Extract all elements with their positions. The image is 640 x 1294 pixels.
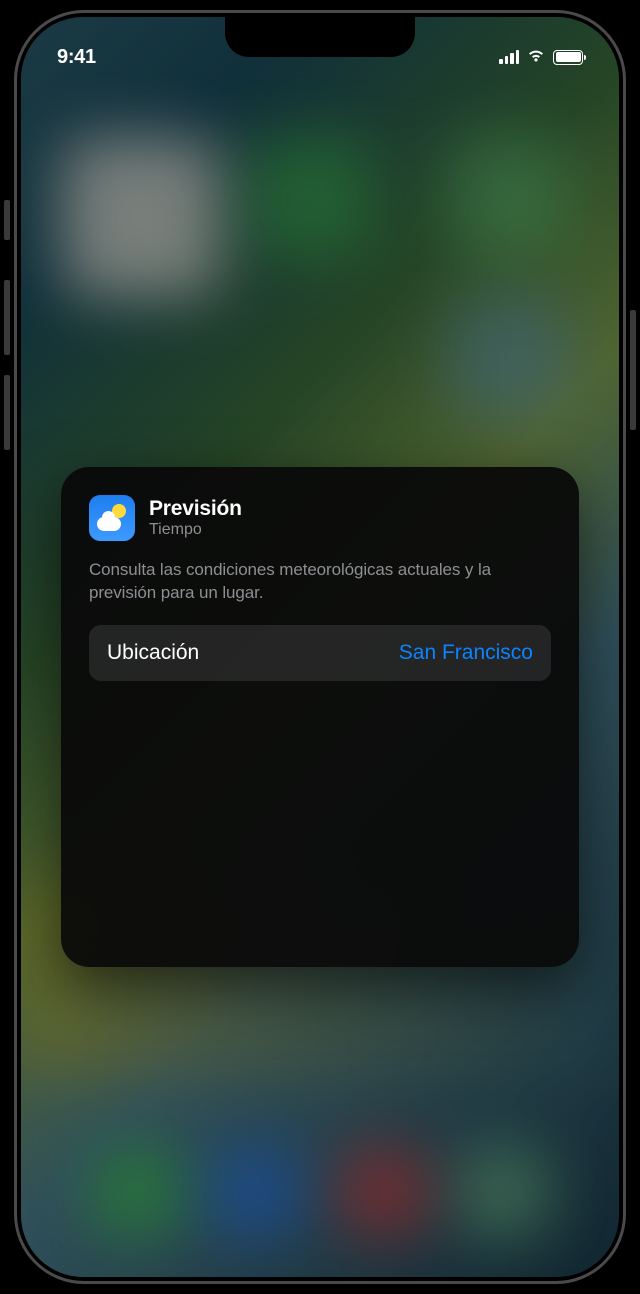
location-setting-row[interactable]: Ubicación San Francisco — [89, 625, 551, 681]
silence-switch[interactable] — [4, 200, 10, 240]
status-icons — [499, 47, 583, 68]
widget-header: Previsión Tiempo — [89, 495, 551, 541]
battery-icon — [553, 50, 583, 65]
volume-down-button[interactable] — [4, 375, 10, 450]
location-label: Ubicación — [107, 641, 199, 665]
status-time: 9:41 — [57, 46, 96, 69]
weather-app-icon — [89, 495, 135, 541]
widget-title: Previsión — [149, 497, 242, 521]
widget-titles: Previsión Tiempo — [149, 497, 242, 539]
phone-screen: 9:41 — [21, 17, 619, 1277]
widget-description: Consulta las condiciones meteorológicas … — [89, 559, 551, 605]
phone-frame: 9:41 — [14, 10, 626, 1284]
wifi-icon — [526, 47, 546, 68]
cellular-signal-icon — [499, 50, 519, 64]
volume-up-button[interactable] — [4, 280, 10, 355]
widget-edit-sheet: Previsión Tiempo Consulta las condicione… — [61, 467, 579, 967]
power-button[interactable] — [630, 310, 636, 430]
widget-subtitle: Tiempo — [149, 521, 242, 539]
notch — [225, 17, 415, 57]
location-value: San Francisco — [399, 641, 533, 665]
